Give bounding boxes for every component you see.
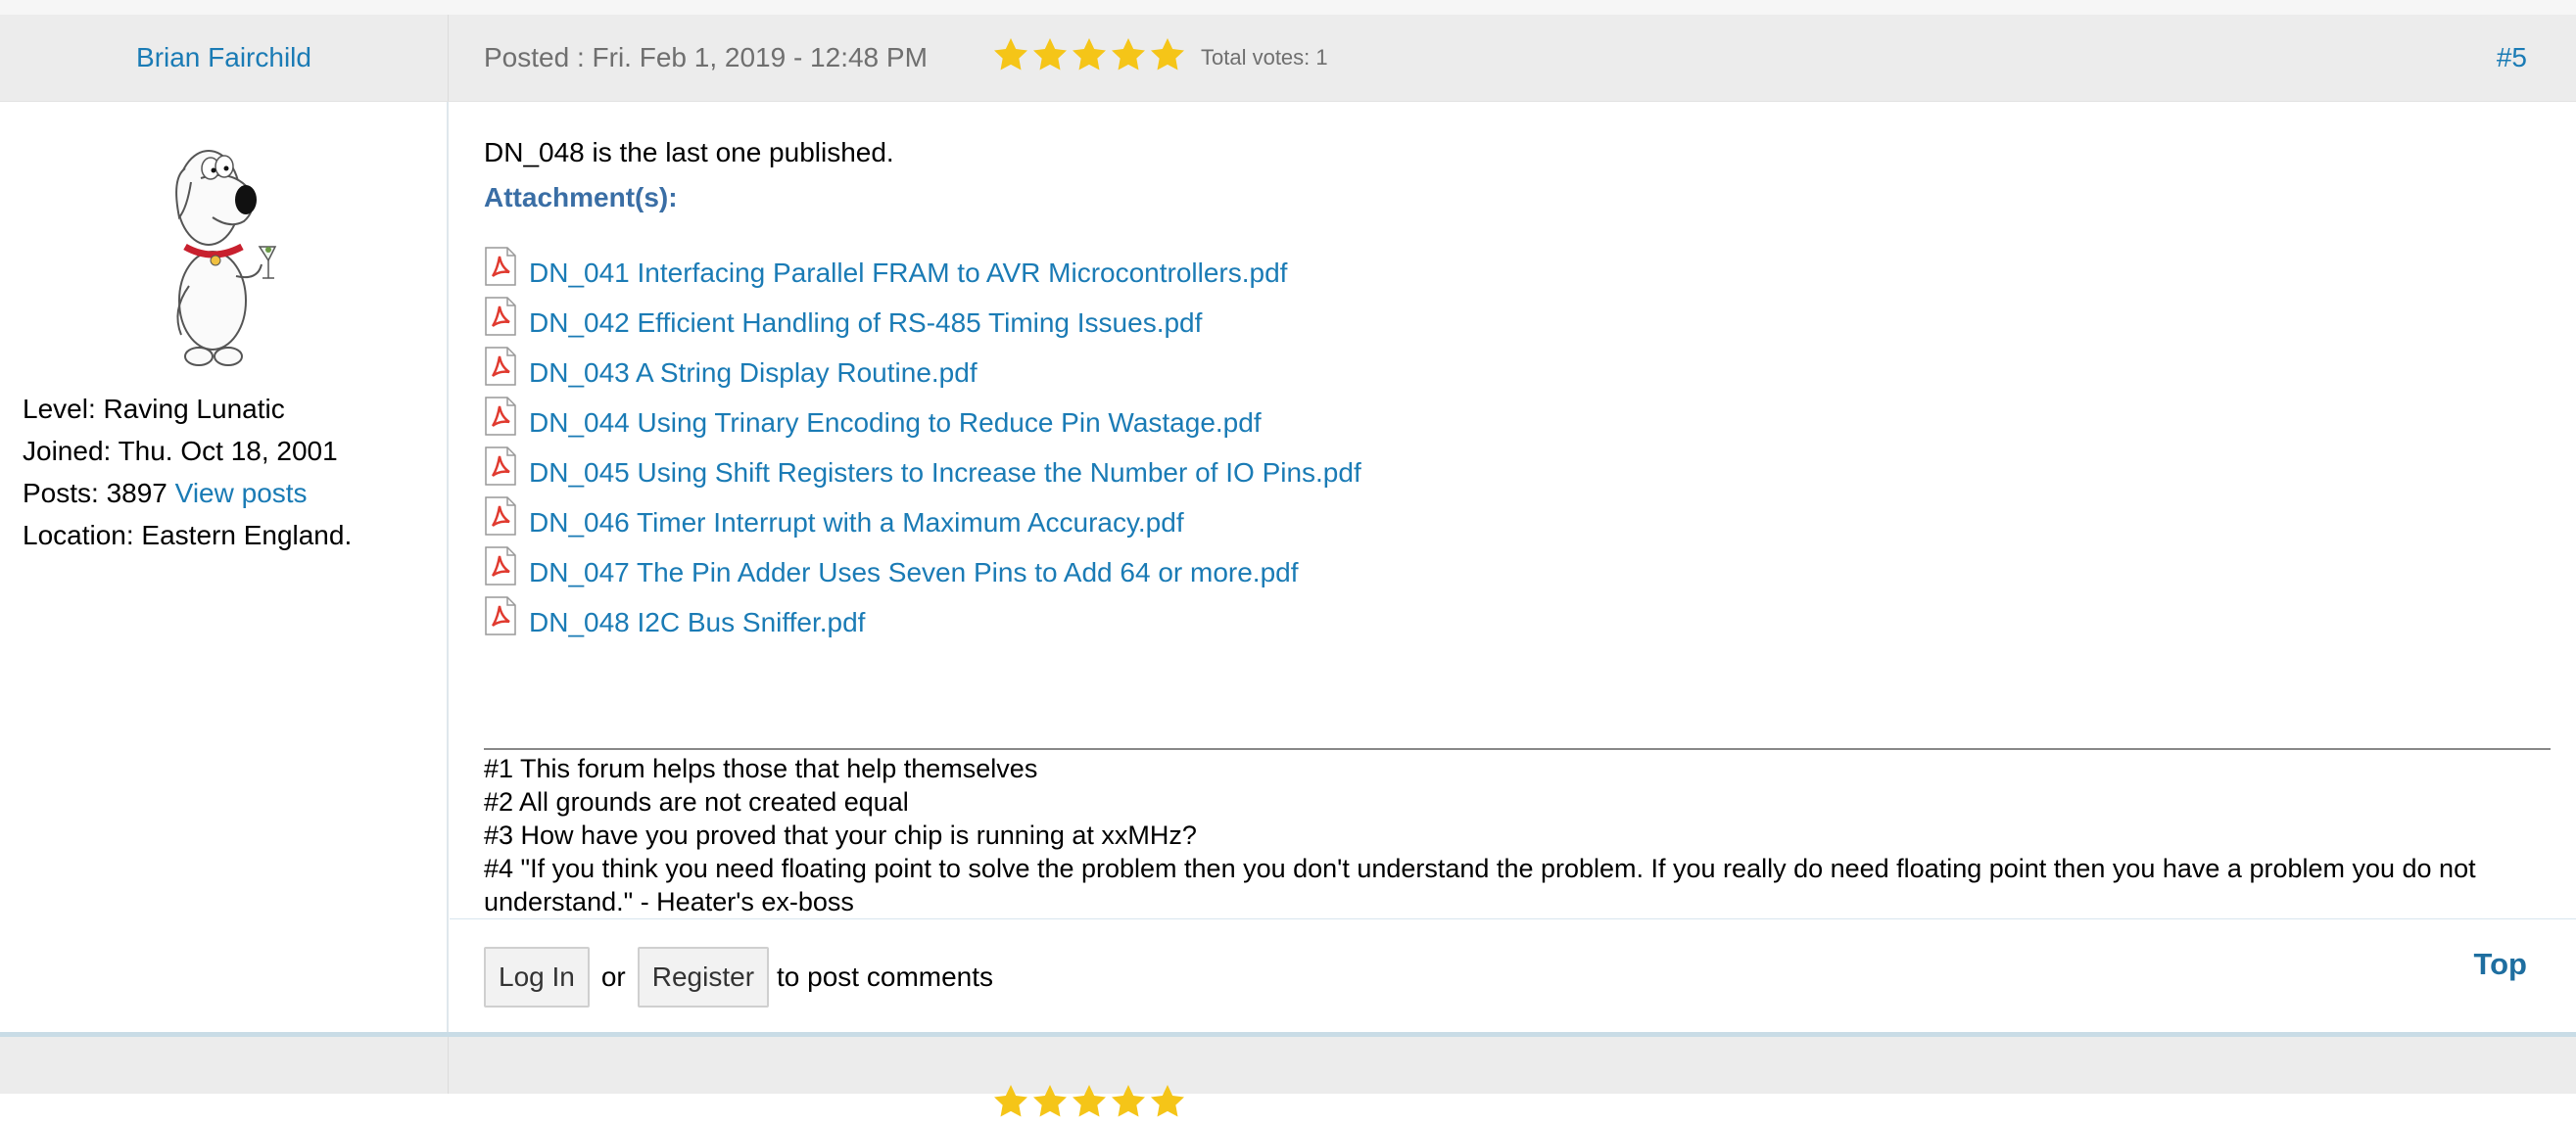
attachment-item: DN_043 A String Display Routine.pdf xyxy=(484,347,1361,397)
user-sidebar: Level: Raving Lunatic Joined: Thu. Oct 1… xyxy=(0,102,449,1032)
post-header: Brian Fairchild Posted : Fri. Feb 1, 201… xyxy=(0,15,2576,102)
pdf-file-icon xyxy=(485,596,516,635)
next-header-divider xyxy=(448,1037,449,1094)
attachment-item: DN_045 Using Shift Registers to Increase… xyxy=(484,446,1361,496)
user-posts: Posts: 3897 xyxy=(23,478,167,508)
star-icon xyxy=(1030,1082,1070,1121)
attachment-item: DN_047 The Pin Adder Uses Seven Pins to … xyxy=(484,546,1361,596)
attachment-link[interactable]: DN_044 Using Trinary Encoding to Reduce … xyxy=(529,397,1262,438)
signature-line: #3 How have you proved that your chip is… xyxy=(484,821,1197,850)
attachments-heading: Attachment(s): xyxy=(484,182,678,212)
author-name-link[interactable]: Brian Fairchild xyxy=(0,15,448,101)
attachment-link[interactable]: DN_047 The Pin Adder Uses Seven Pins to … xyxy=(529,546,1299,587)
page-top-strip xyxy=(0,0,2576,15)
star-icon[interactable] xyxy=(1109,35,1148,74)
attachment-link[interactable]: DN_046 Timer Interrupt with a Maximum Ac… xyxy=(529,496,1184,538)
post-body: DN_048 is the last one published. xyxy=(484,137,894,167)
star-icon[interactable] xyxy=(1070,35,1109,74)
star-icon xyxy=(1070,1082,1109,1121)
login-button[interactable]: Log In xyxy=(484,947,590,1008)
signature-divider xyxy=(484,748,2551,750)
pdf-file-icon xyxy=(485,247,516,286)
pdf-file-icon xyxy=(485,496,516,536)
footer-divider xyxy=(450,918,2576,919)
pdf-file-icon xyxy=(485,347,516,386)
star-icon[interactable] xyxy=(1148,35,1187,74)
back-to-top-link[interactable]: Top xyxy=(2473,945,2527,984)
signature-line: #2 All grounds are not created equal xyxy=(484,787,909,817)
pdf-file-icon xyxy=(485,397,516,436)
user-avatar xyxy=(175,150,277,366)
user-info: Level: Raving Lunatic Joined: Thu. Oct 1… xyxy=(23,388,352,556)
attachment-item: DN_044 Using Trinary Encoding to Reduce … xyxy=(484,397,1361,446)
attachment-item: DN_048 I2C Bus Sniffer.pdf xyxy=(484,596,1361,646)
post-permalink[interactable]: #5 xyxy=(2497,15,2527,101)
user-level: Level: Raving Lunatic xyxy=(23,394,285,424)
attachment-link[interactable]: DN_042 Efficient Handling of RS-485 Timi… xyxy=(529,297,1202,338)
pdf-file-icon xyxy=(485,446,516,486)
attachment-link[interactable]: DN_041 Interfacing Parallel FRAM to AVR … xyxy=(529,247,1287,288)
view-posts-link[interactable]: View posts xyxy=(175,478,308,508)
user-posts-row: Posts: 3897 View posts xyxy=(23,472,352,514)
post-footer: Log In or Register to post comments xyxy=(484,945,993,1009)
attachment-item: DN_046 Timer Interrupt with a Maximum Ac… xyxy=(484,496,1361,546)
header-divider xyxy=(448,15,449,101)
attachment-list: DN_041 Interfacing Parallel FRAM to AVR … xyxy=(484,247,1361,646)
pdf-file-icon xyxy=(485,297,516,336)
signature-line: #1 This forum helps those that help them… xyxy=(484,754,1038,783)
star-icon xyxy=(1109,1082,1148,1121)
attachment-link[interactable]: DN_043 A String Display Routine.pdf xyxy=(529,347,978,388)
star-icon[interactable] xyxy=(991,35,1030,74)
signature-line: #4 "If you think you need floating point… xyxy=(484,854,2476,916)
signature: #1 This forum helps those that help them… xyxy=(484,752,2551,918)
attachment-link[interactable]: DN_048 I2C Bus Sniffer.pdf xyxy=(529,596,865,637)
attachment-item: DN_042 Efficient Handling of RS-485 Timi… xyxy=(484,297,1361,347)
rating-stars[interactable] xyxy=(991,35,1187,80)
user-location: Location: Eastern England. xyxy=(23,520,353,550)
post-date: Posted : Fri. Feb 1, 2019 - 12:48 PM xyxy=(484,42,928,72)
star-icon[interactable] xyxy=(1030,35,1070,74)
post-comments-text: to post comments xyxy=(777,962,994,992)
total-votes: Total votes: 1 xyxy=(1201,45,1328,70)
or-text: or xyxy=(600,962,626,992)
register-button[interactable]: Register xyxy=(637,947,770,1008)
star-icon xyxy=(1148,1082,1187,1121)
user-joined: Joined: Thu. Oct 18, 2001 xyxy=(23,436,338,466)
attachment-item: DN_041 Interfacing Parallel FRAM to AVR … xyxy=(484,247,1361,297)
next-post-header xyxy=(0,1037,2576,1117)
star-icon xyxy=(991,1082,1030,1121)
next-rating-stars xyxy=(991,1082,1187,1121)
attachment-link[interactable]: DN_045 Using Shift Registers to Increase… xyxy=(529,446,1361,488)
pdf-file-icon xyxy=(485,546,516,586)
